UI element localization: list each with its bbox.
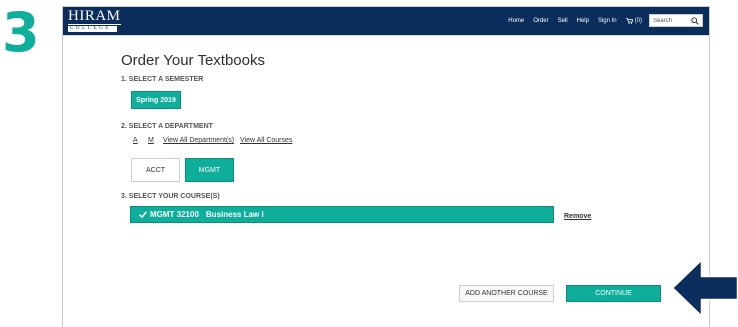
- left-arrow-icon: [670, 256, 738, 320]
- logo-sub-text: COLLEGE: [68, 26, 117, 32]
- cart-link[interactable]: (0): [625, 17, 642, 25]
- nav-home[interactable]: Home: [508, 17, 524, 25]
- continue-button[interactable]: CONTINUE: [566, 285, 661, 302]
- add-another-course-button[interactable]: ADD ANOTHER COURSE: [459, 285, 554, 302]
- course-code: MGMT 32100: [150, 210, 199, 219]
- logo-main-text: HIRAM: [68, 8, 121, 25]
- nav-sell[interactable]: Sell: [558, 17, 568, 25]
- page-title: Order Your Textbooks: [121, 52, 265, 69]
- nav-sign-in[interactable]: Sign In: [598, 17, 617, 25]
- remove-course-link[interactable]: Remove: [564, 213, 591, 220]
- nav-order[interactable]: Order: [533, 17, 548, 25]
- checkmark-icon: [139, 211, 147, 218]
- courses-section-label: 3. SELECT YOUR COURSE(S): [121, 193, 220, 200]
- search-box[interactable]: [649, 14, 703, 27]
- semester-spring-2019-button[interactable]: Spring 2019: [131, 91, 181, 109]
- dept-acct-button[interactable]: ACCT: [131, 158, 180, 182]
- search-input[interactable]: [653, 16, 689, 26]
- nav-links: Home Order Sell Help Sign In (0): [508, 17, 642, 25]
- browser-page: HIRAM COLLEGE Home Order Sell Help Sign …: [62, 6, 710, 327]
- dept-letter-m-link[interactable]: M: [148, 137, 154, 144]
- dept-mgmt-button[interactable]: MGMT: [185, 158, 234, 182]
- course-name: Business Law I: [205, 210, 264, 219]
- search-icon[interactable]: [691, 17, 699, 25]
- cart-icon: [625, 18, 633, 24]
- department-section-label: 2. SELECT A DEPARTMENT: [121, 123, 213, 130]
- cart-count: (0): [634, 18, 642, 24]
- step-number: 3: [2, 1, 40, 64]
- top-navbar: HIRAM COLLEGE Home Order Sell Help Sign …: [63, 7, 709, 36]
- hiram-college-logo[interactable]: HIRAM COLLEGE: [68, 8, 121, 32]
- semester-section-label: 1. SELECT A SEMESTER: [121, 76, 204, 83]
- selected-course-bar[interactable]: MGMT 32100 Business Law I: [130, 206, 554, 223]
- view-all-courses-link[interactable]: View All Courses: [240, 137, 292, 144]
- nav-help[interactable]: Help: [577, 17, 589, 25]
- view-all-departments-link[interactable]: View All Department(s): [163, 137, 234, 144]
- dept-letter-a-link[interactable]: A: [133, 137, 138, 144]
